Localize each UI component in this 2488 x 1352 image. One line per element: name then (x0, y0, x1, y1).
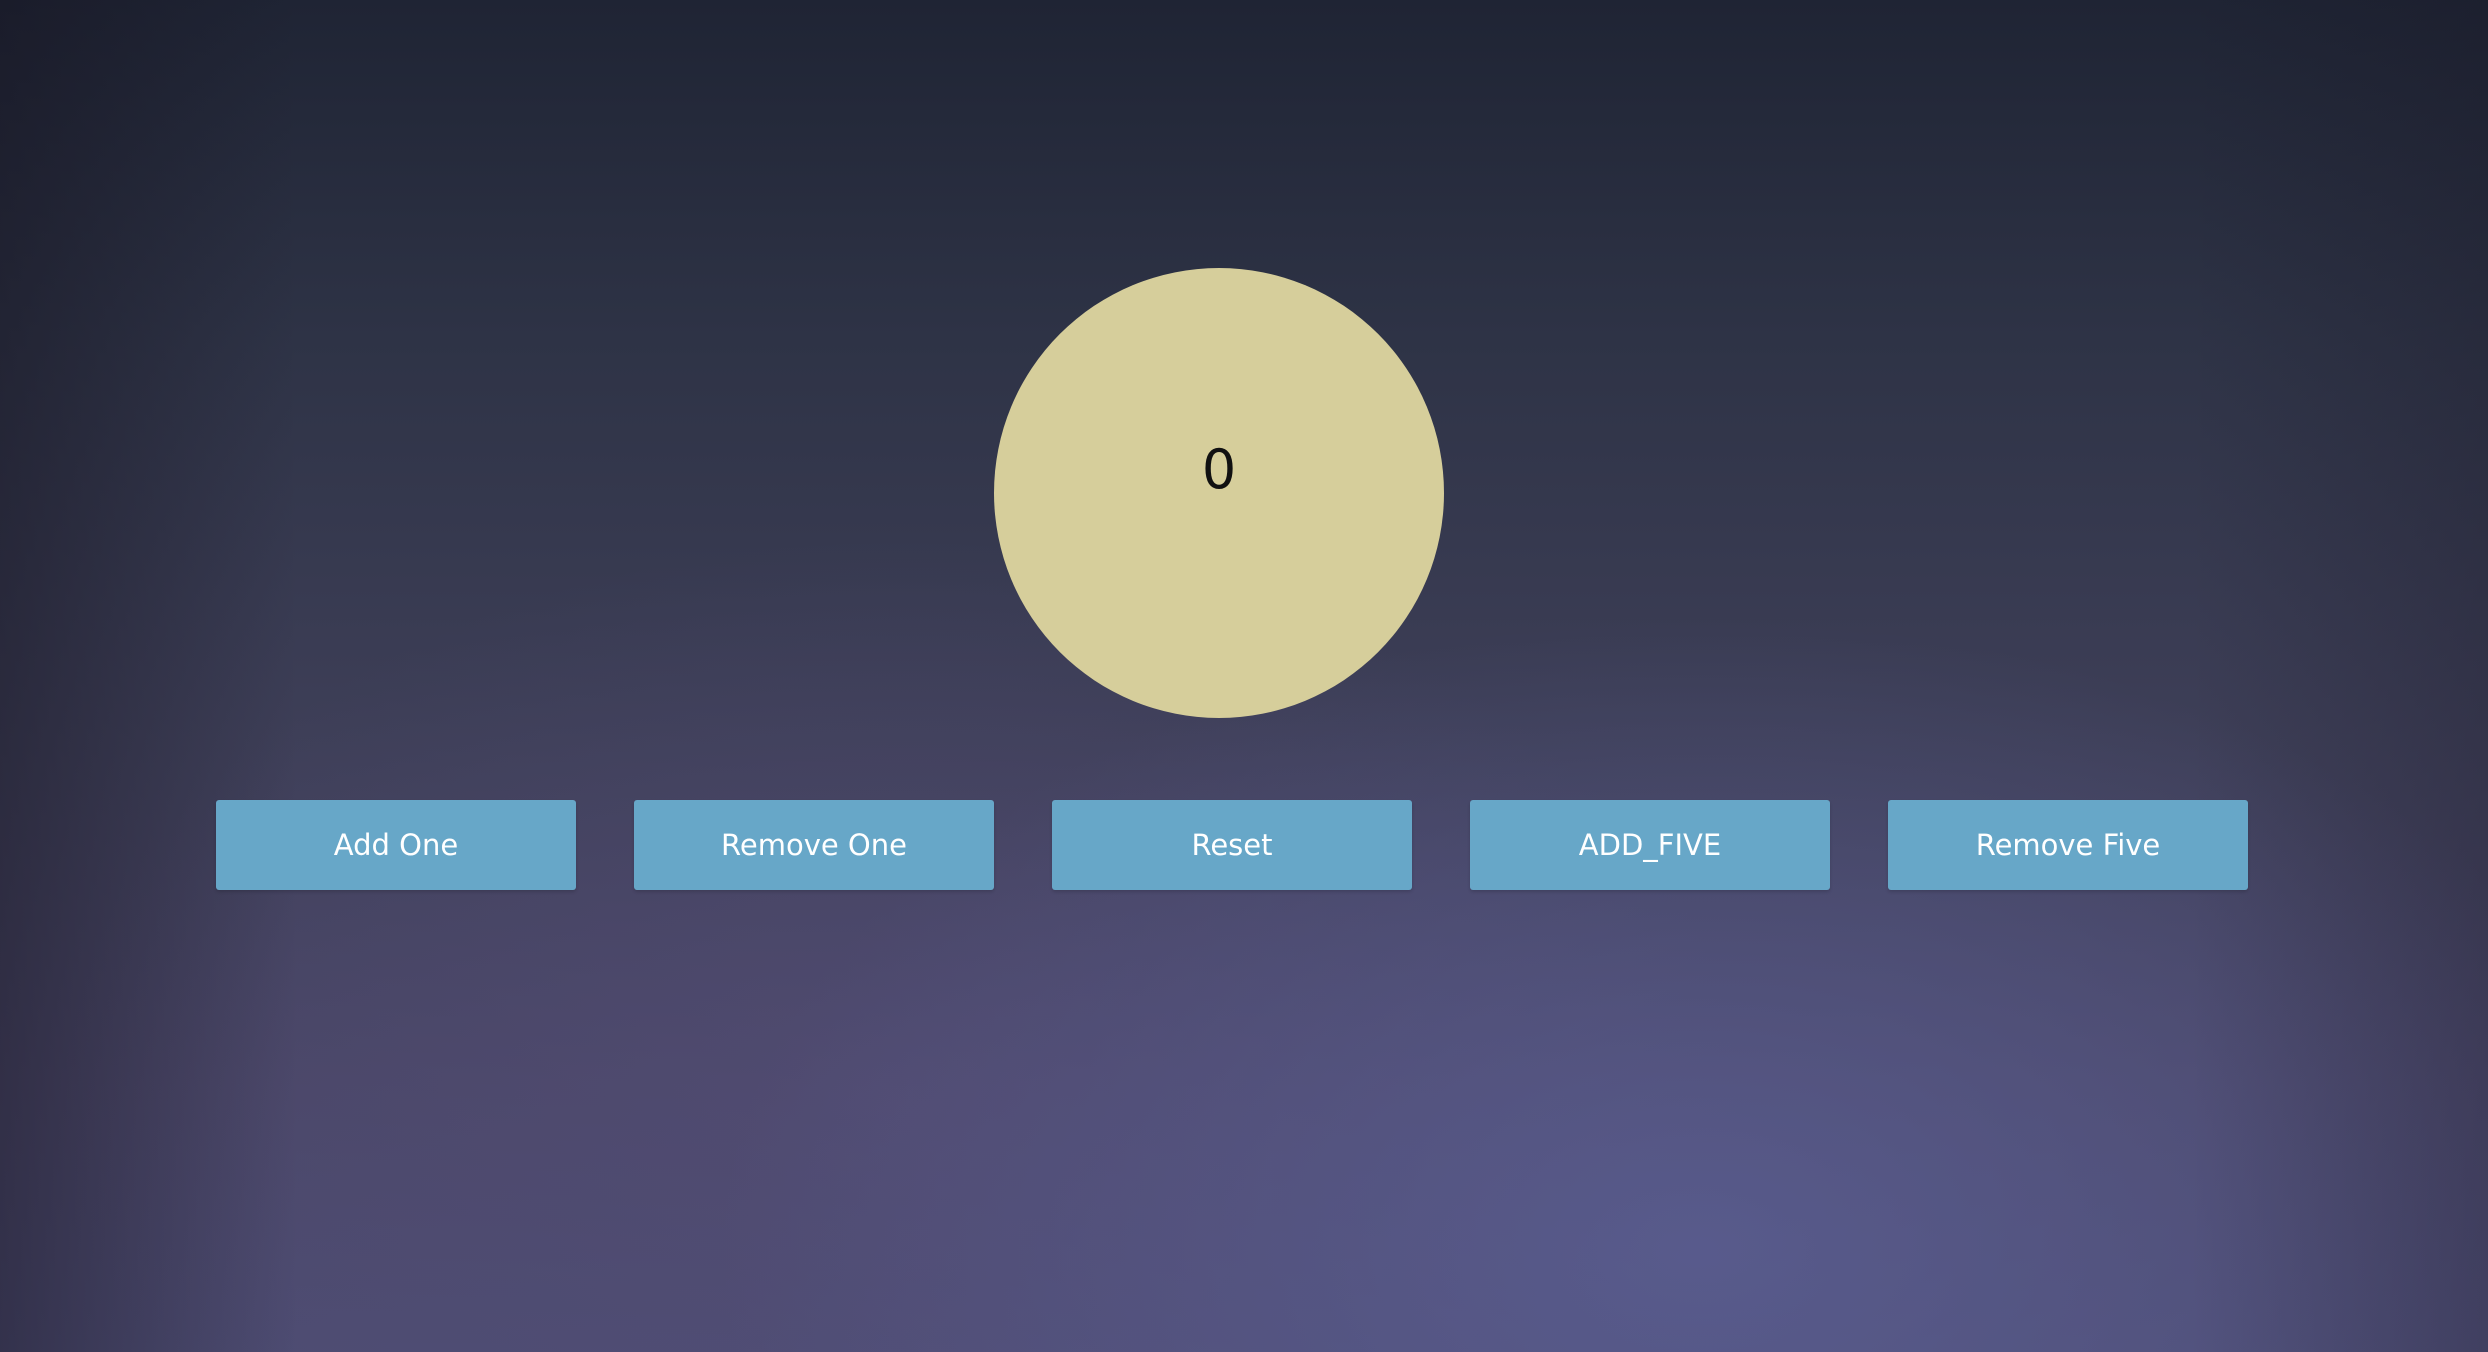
reset-button[interactable]: Reset (1052, 800, 1412, 890)
add-five-button[interactable]: ADD_FIVE (1470, 800, 1830, 890)
remove-one-button[interactable]: Remove One (634, 800, 994, 890)
counter-circle: 0 (994, 268, 1444, 718)
add-one-button[interactable]: Add One (216, 800, 576, 890)
remove-five-button[interactable]: Remove Five (1888, 800, 2248, 890)
counter-value: 0 (1201, 438, 1237, 501)
